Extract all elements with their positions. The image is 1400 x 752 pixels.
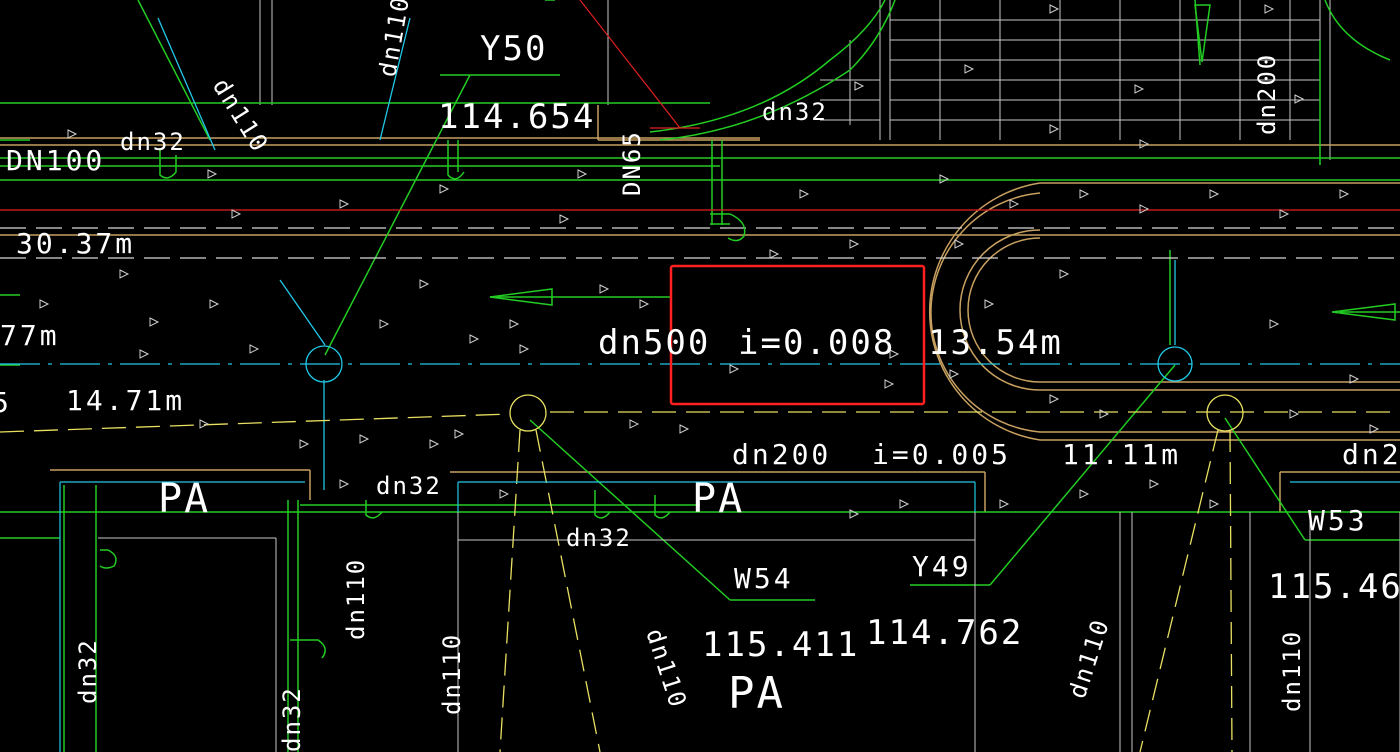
label-dn110-b5: dn110 (1278, 630, 1306, 712)
label-dn32-a: dn32 (376, 472, 442, 500)
label-y49: Y49 (912, 550, 972, 583)
centerlines-white (0, 227, 1400, 259)
label-dn32-b: dn32 (566, 524, 632, 552)
label-len-11-11: 11.11m (1062, 438, 1181, 471)
label-len-14-71: 14.71m (66, 384, 185, 417)
building-grid (259, 0, 1331, 160)
manhole-w54-circle (509, 394, 547, 432)
pipe-fittings (99, 140, 746, 659)
label-dn500: dn500 (598, 323, 710, 363)
label-w53: W53 (1308, 504, 1368, 537)
label-dn200-mid: dn200 (732, 438, 831, 471)
label-dn32-top-left: dn32 (120, 128, 186, 156)
label-len-77: 77m (0, 319, 60, 352)
label-dn110-top: dn110 (373, 0, 415, 79)
label-dn110-b2: dn110 (438, 633, 466, 715)
label-len-30-37: 30.37m (16, 227, 135, 260)
label-dn2-right: dn2 (1342, 438, 1400, 471)
label-w54: W54 (734, 562, 794, 595)
labels: Y50 114.654 dn110 dn110 dn32 DN100 dn32 … (0, 0, 1400, 752)
label-dn32-v2: dn32 (278, 686, 306, 752)
label-dn200-top-right: dn200 (1253, 53, 1281, 135)
label-elev-w54: 115.411 (702, 625, 859, 665)
label-dn32-top-mid: dn32 (762, 98, 828, 126)
label-dn110-b4: dn110 (1063, 615, 1115, 702)
label-num-5: 5 (0, 386, 12, 419)
manhole-w53-circle (1206, 394, 1244, 432)
label-dn65: DN65 (618, 130, 646, 196)
label-len-13-54: 13.54m (928, 323, 1063, 363)
label-dn100: DN100 (6, 144, 105, 177)
cad-drawing-canvas[interactable]: Y50 114.654 dn110 dn110 dn32 DN100 dn32 … (0, 0, 1400, 752)
label-dn32-v1: dn32 (74, 638, 102, 704)
label-elev-w53: 115.466 (1268, 567, 1400, 607)
label-pa-left: PA (158, 476, 210, 522)
label-dn110-b1: dn110 (342, 558, 370, 640)
label-pa-bottom: PA (728, 668, 785, 719)
pipelines-green (0, 0, 1400, 752)
red-lines (0, 0, 1400, 211)
label-elev-y49: 114.762 (866, 613, 1023, 653)
label-pa-mid: PA (692, 476, 744, 522)
label-y50: Y50 (480, 29, 547, 69)
label-slope-005: i=0.005 (872, 438, 1011, 471)
label-elev-y50: 114.654 (438, 97, 595, 137)
label-dn110-b3: dn110 (640, 625, 692, 712)
label-slope-008: i=0.008 (738, 323, 895, 363)
